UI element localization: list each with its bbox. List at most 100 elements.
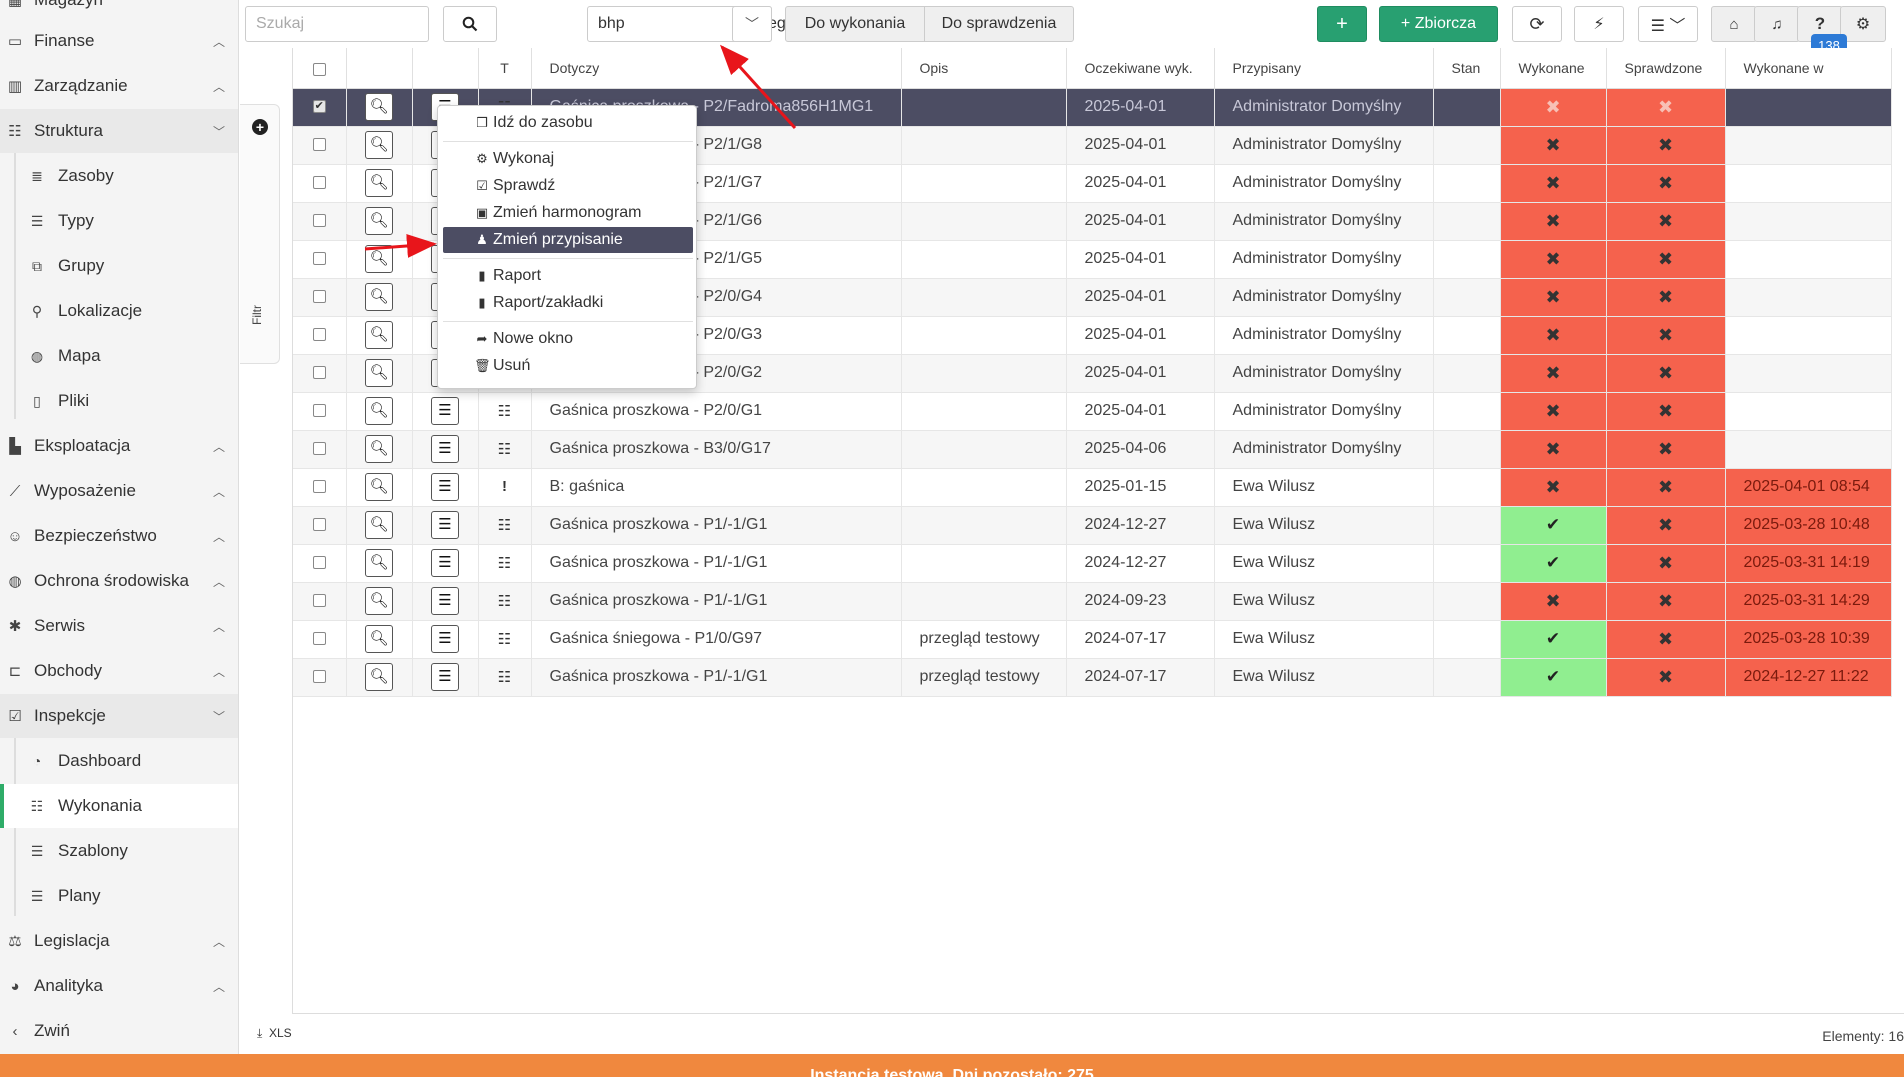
nav-pliki[interactable]: ▯ Pliki bbox=[0, 379, 238, 423]
row-menu-button[interactable]: ☰ bbox=[431, 587, 459, 615]
row-checkbox[interactable] bbox=[312, 480, 326, 494]
search-button[interactable] bbox=[443, 6, 497, 42]
row-select-cell[interactable] bbox=[293, 316, 347, 355]
home-button[interactable]: ⌂ bbox=[1711, 6, 1757, 42]
do-sprawdzenia-button[interactable]: Do sprawdzenia bbox=[924, 6, 1074, 42]
row-select-cell[interactable] bbox=[293, 392, 347, 431]
column-header-wykonane[interactable]: Wykonane bbox=[1500, 48, 1607, 89]
column-header-sprawdzone[interactable]: Sprawdzone bbox=[1606, 48, 1726, 89]
row-select-cell[interactable] bbox=[293, 278, 347, 317]
row-checkbox[interactable] bbox=[312, 214, 326, 228]
row-checkbox[interactable] bbox=[312, 404, 326, 418]
row-checkbox[interactable] bbox=[312, 442, 326, 456]
row-select-cell[interactable] bbox=[293, 202, 347, 241]
ctx-nowe-okno[interactable]: ➦ Nowe okno bbox=[443, 326, 693, 352]
quick-action-button[interactable]: ⚡ bbox=[1574, 6, 1624, 42]
row-checkbox[interactable] bbox=[312, 670, 326, 684]
nav-struktura[interactable]: ☷ Struktura ﹀ bbox=[0, 109, 238, 153]
row-select-cell[interactable] bbox=[293, 240, 347, 279]
ctx-sprawdz[interactable]: ☑ Sprawdź bbox=[443, 173, 693, 199]
ctx-zmien-przypisanie[interactable]: ♟ Zmień przypisanie bbox=[443, 227, 693, 253]
table-row[interactable]: 🔍︎ ☰ ☷ Gaśnica proszkowa - P1/-1/G1 przegląd… bbox=[293, 658, 1892, 697]
nav-plany[interactable]: ☰ Plany bbox=[0, 874, 238, 918]
row-select-cell[interactable] bbox=[293, 506, 347, 545]
preview-button[interactable]: 🔍︎ bbox=[365, 207, 393, 235]
nav-zwin[interactable]: ‹ Zwiń bbox=[0, 1009, 238, 1053]
table-row[interactable]: 🔍︎ ☰! B: gaśnica 2025-01-15 Ewa Wilusz ✖ ✖ 2025… bbox=[293, 468, 1892, 507]
add-button[interactable]: + bbox=[1317, 6, 1367, 42]
nav-finanse[interactable]: ▭ Finanse ︿ bbox=[0, 19, 238, 63]
row-checkbox[interactable]: ✔ bbox=[312, 100, 326, 114]
row-menu-button[interactable]: ☰ bbox=[431, 625, 459, 653]
nav-legislacja[interactable]: ⚖ Legislacja ︿ bbox=[0, 919, 238, 963]
nav-wyposazenie[interactable]: ⟋ Wyposażenie ︿ bbox=[0, 469, 238, 513]
preview-button[interactable]: 🔍︎ bbox=[365, 397, 393, 425]
row-menu-button[interactable]: ☰ bbox=[431, 663, 459, 691]
filter-label[interactable]: Filtr bbox=[250, 305, 264, 325]
row-menu-button[interactable]: ☰ bbox=[431, 435, 459, 463]
preview-button[interactable]: 🔍︎ bbox=[365, 663, 393, 691]
row-menu-button[interactable]: ☰ bbox=[431, 473, 459, 501]
preview-button[interactable]: 🔍︎ bbox=[365, 511, 393, 539]
select-all-checkbox[interactable] bbox=[312, 62, 326, 76]
nav-lokalizacje[interactable]: ⚲ Lokalizacje bbox=[0, 289, 238, 333]
row-select-cell[interactable] bbox=[293, 620, 347, 659]
column-header-t[interactable]: T bbox=[478, 48, 532, 89]
nav-typy[interactable]: ☰ Typy bbox=[0, 199, 238, 243]
table-row[interactable]: 🔍︎ ☰ ☷ Gaśnica proszkowa - P1/-1/G1 2024-12-… bbox=[293, 544, 1892, 583]
nav-grupy[interactable]: ⧉ Grupy bbox=[0, 244, 238, 288]
column-header-stan[interactable]: Stan bbox=[1433, 48, 1501, 89]
select-all-header[interactable] bbox=[293, 48, 347, 89]
row-select-cell[interactable] bbox=[293, 430, 347, 469]
row-checkbox[interactable] bbox=[312, 290, 326, 304]
row-checkbox[interactable] bbox=[312, 176, 326, 190]
column-header-przypisany[interactable]: Przypisany bbox=[1214, 48, 1434, 89]
zbiorcza-button[interactable]: + Zbiorcza bbox=[1379, 6, 1498, 42]
row-menu-button[interactable]: ☰ bbox=[431, 549, 459, 577]
ctx-idz-do-zasobu[interactable]: ❒ Idź do zasobu bbox=[443, 110, 693, 136]
column-header-wykonane-w[interactable]: Wykonane w bbox=[1725, 48, 1892, 89]
nav-serwis[interactable]: ✱ Serwis ︿ bbox=[0, 604, 238, 648]
row-checkbox[interactable] bbox=[312, 632, 326, 646]
ctx-usun[interactable]: 🗑 Usuń bbox=[443, 353, 693, 379]
preview-button[interactable]: 🔍︎ bbox=[365, 359, 393, 387]
column-header-oczekiwane[interactable]: Oczekiwane wyk. bbox=[1066, 48, 1215, 89]
nav-eksploatacja[interactable]: ▙ Eksploatacja ︿ bbox=[0, 424, 238, 468]
nav-bezpieczenstwo[interactable]: ☺ Bezpieczeństwo ︿ bbox=[0, 514, 238, 558]
row-checkbox[interactable] bbox=[312, 556, 326, 570]
row-menu-button[interactable]: ☰ bbox=[431, 511, 459, 539]
refresh-button[interactable]: ⟳ bbox=[1512, 6, 1562, 42]
row-select-cell[interactable] bbox=[293, 544, 347, 583]
nav-ochrona-srodowiska[interactable]: ◍ Ochrona środowiska ︿ bbox=[0, 559, 238, 603]
preview-button[interactable]: 🔍︎ bbox=[365, 587, 393, 615]
nav-mapa[interactable]: ◍ Mapa bbox=[0, 334, 238, 378]
row-checkbox[interactable] bbox=[312, 138, 326, 152]
table-row[interactable]: 🔍︎ ☰ ☷ Gaśnica proszkowa - P2/0/G1 2025-04-0… bbox=[293, 392, 1892, 431]
preview-button[interactable]: 🔍︎ bbox=[365, 169, 393, 197]
add-filter-icon[interactable]: + bbox=[252, 119, 268, 135]
preview-button[interactable]: 🔍︎ bbox=[365, 435, 393, 463]
row-menu-button[interactable]: ☰ bbox=[431, 397, 459, 425]
ctx-raport-zakladki[interactable]: ▮ Raport/zakładki bbox=[443, 290, 693, 316]
nav-dashboard[interactable]: ◔ Dashboard bbox=[0, 739, 238, 783]
do-wykonania-button[interactable]: Do wykonania bbox=[785, 6, 925, 42]
kategoria-dropdown-button[interactable]: ﹀ bbox=[732, 6, 772, 42]
table-row[interactable]: 🔍︎ ☰ ☷ Gaśnica proszkowa - P1/-1/G1 2024-09-… bbox=[293, 582, 1892, 621]
export-xls-button[interactable]: ⤓ XLS bbox=[257, 1026, 292, 1041]
ctx-wykonaj[interactable]: ⚙ Wykonaj bbox=[443, 146, 693, 172]
ctx-raport[interactable]: ▮ Raport bbox=[443, 263, 693, 289]
nav-szablony[interactable]: ☰ Szablony bbox=[0, 829, 238, 873]
preview-button[interactable]: 🔍︎ bbox=[365, 131, 393, 159]
notifications-button[interactable]: ♫ bbox=[1754, 6, 1800, 42]
preview-button[interactable]: 🔍︎ bbox=[365, 625, 393, 653]
preview-button[interactable]: 🔍︎ bbox=[365, 321, 393, 349]
nav-analityka[interactable]: ◕ Analityka ︿ bbox=[0, 964, 238, 1008]
column-header-dotyczy[interactable]: Dotyczy bbox=[531, 48, 902, 89]
table-row[interactable]: 🔍︎ ☰ ☷ Gaśnica proszkowa - B3/0/G17 2025-04-… bbox=[293, 430, 1892, 469]
filter-panel-toggle[interactable] bbox=[240, 104, 280, 364]
row-select-cell[interactable] bbox=[293, 354, 347, 393]
ctx-zmien-harmonogram[interactable]: ▣ Zmień harmonogram bbox=[443, 200, 693, 226]
row-select-cell[interactable]: ✔ bbox=[293, 88, 347, 127]
row-select-cell[interactable] bbox=[293, 658, 347, 697]
menu-dropdown-button[interactable]: ☰ ﹀ bbox=[1638, 6, 1698, 42]
